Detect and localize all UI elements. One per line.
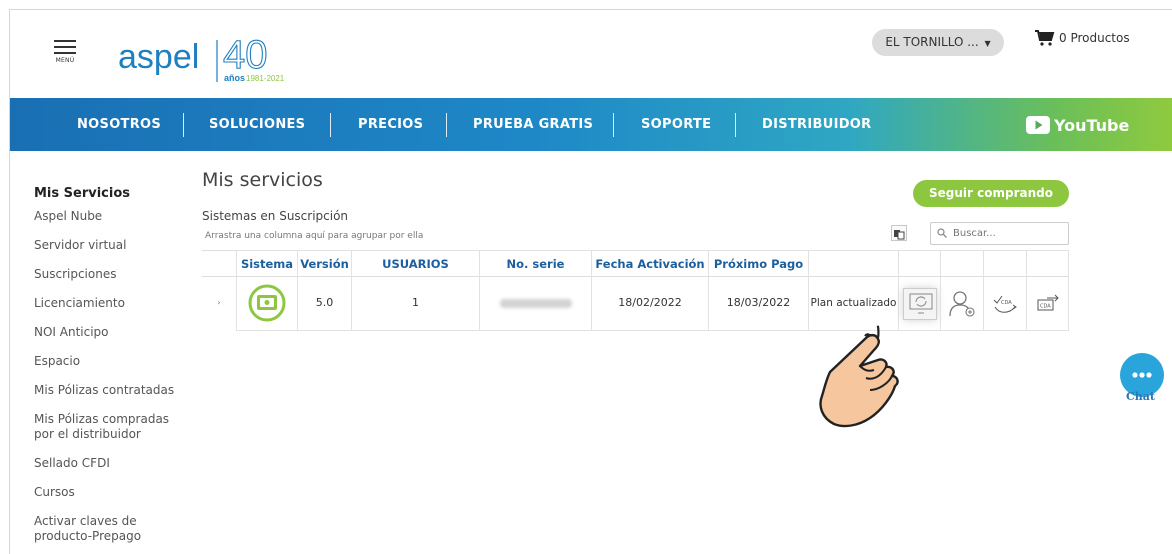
col-header-no-serie[interactable]: No. serie xyxy=(479,250,591,276)
nav-item-distribuidor[interactable]: DISTRIBUIDOR xyxy=(762,98,871,151)
col-header-version[interactable]: Versión xyxy=(297,250,351,276)
sidebar-item-polizas-contratadas[interactable]: Mis Pólizas contratadas xyxy=(34,383,194,398)
sidebar-item-activar-claves[interactable]: Activar claves de producto-Prepago xyxy=(34,514,194,544)
sidebar: Mis Servicios Aspel Nube Servidor virtua… xyxy=(34,186,194,554)
sidebar-item-licenciamiento[interactable]: Licenciamiento xyxy=(34,296,194,311)
nav-item-prueba-gratis[interactable]: PRUEBA GRATIS xyxy=(473,98,593,151)
version-cell: 5.0 xyxy=(297,276,351,330)
add-user-icon xyxy=(949,291,975,317)
col-header-sistema[interactable]: Sistema xyxy=(236,250,297,276)
menu-button[interactable]: MENÚ xyxy=(54,40,76,64)
menu-label: MENÚ xyxy=(55,57,75,64)
nav-item-nosotros[interactable]: NOSOTROS xyxy=(77,98,161,151)
export-button[interactable] xyxy=(891,225,907,241)
hamburger-icon xyxy=(54,40,76,42)
nav-item-soluciones[interactable]: SOLUCIONES xyxy=(209,98,305,151)
svg-text:CDA: CDA xyxy=(1040,304,1051,310)
col-header-fecha-activacion[interactable]: Fecha Activación xyxy=(591,250,708,276)
youtube-label: YouTube xyxy=(1054,115,1130,135)
cart-link[interactable]: 0 Productos xyxy=(1035,30,1130,46)
cart-label: 0 Productos xyxy=(1059,31,1130,45)
search-icon xyxy=(937,228,947,238)
account-label: EL TORNILLO ... xyxy=(885,35,979,49)
continue-shopping-button[interactable]: Seguir comprando xyxy=(913,180,1069,207)
aspel-logo[interactable]: aspel 40 años 1981-2021 xyxy=(118,24,308,84)
next-payment-cell: 18/03/2022 xyxy=(708,276,808,330)
nav-item-soporte[interactable]: SOPORTE xyxy=(641,98,711,151)
cda-transfer-icon: CDA xyxy=(993,295,1017,313)
cda-export-icon: CDA xyxy=(1037,294,1059,311)
main-nav: NOSOTROS SOLUCIONES PRECIOS PRUEBA GRATI… xyxy=(10,98,1172,151)
cda-transfer-cell[interactable]: CDA xyxy=(983,276,1026,330)
svg-text:1981-2021: 1981-2021 xyxy=(246,74,285,83)
cart-icon xyxy=(1035,30,1055,46)
svg-text:40: 40 xyxy=(223,33,268,77)
sidebar-item-aspel-nube[interactable]: Aspel Nube xyxy=(34,209,194,224)
nav-item-precios[interactable]: PRECIOS xyxy=(358,98,423,151)
sidebar-title: Mis Servicios xyxy=(34,186,131,201)
sidebar-item-servidor-virtual[interactable]: Servidor virtual xyxy=(34,238,194,253)
users-cell: 1 xyxy=(351,276,479,330)
svg-text:CDA: CDA xyxy=(1001,300,1012,306)
refresh-monitor-icon xyxy=(909,293,933,314)
chat-label[interactable]: Chat xyxy=(1126,390,1155,403)
copy-icon xyxy=(894,230,905,240)
account-dropdown[interactable]: EL TORNILLO ... ▼ xyxy=(872,29,1004,56)
caret-down-icon: ▼ xyxy=(984,39,991,48)
sidebar-item-cursos[interactable]: Cursos xyxy=(34,485,194,500)
svg-text:aspel: aspel xyxy=(118,38,199,76)
col-header-usuarios[interactable]: USUARIOS xyxy=(351,250,479,276)
add-user-cell[interactable] xyxy=(940,276,983,330)
search-input[interactable] xyxy=(930,222,1069,245)
group-hint: Arrastra una columna aquí para agrupar p… xyxy=(205,231,424,241)
page-title: Mis servicios xyxy=(202,169,323,191)
system-logo-icon xyxy=(248,284,286,322)
sidebar-item-noi-anticipo[interactable]: NOI Anticipo xyxy=(34,325,194,340)
expand-row-icon[interactable]: › xyxy=(202,276,236,330)
youtube-play-icon xyxy=(1026,116,1050,134)
hand-pointer-icon xyxy=(819,325,899,428)
section-title: Sistemas en Suscripción xyxy=(202,209,349,223)
sidebar-item-sellado-cfdi[interactable]: Sellado CFDI xyxy=(34,456,194,471)
youtube-link[interactable]: YouTube xyxy=(1026,114,1129,136)
sidebar-item-espacio[interactable]: Espacio xyxy=(34,354,194,369)
sidebar-item-suscripciones[interactable]: Suscripciones xyxy=(34,267,194,282)
cda-export-cell[interactable]: CDA xyxy=(1026,276,1069,330)
blurred-serial xyxy=(499,298,572,308)
activation-date-cell: 18/02/2022 xyxy=(591,276,708,330)
serial-cell xyxy=(479,276,591,330)
system-cell xyxy=(236,276,297,330)
renew-plan-button[interactable] xyxy=(903,288,937,320)
sidebar-item-polizas-distribuidor[interactable]: Mis Pólizas compradas por el distribuido… xyxy=(34,412,192,442)
svg-text:años: años xyxy=(224,73,245,83)
col-header-proximo-pago[interactable]: Próximo Pago xyxy=(708,250,808,276)
